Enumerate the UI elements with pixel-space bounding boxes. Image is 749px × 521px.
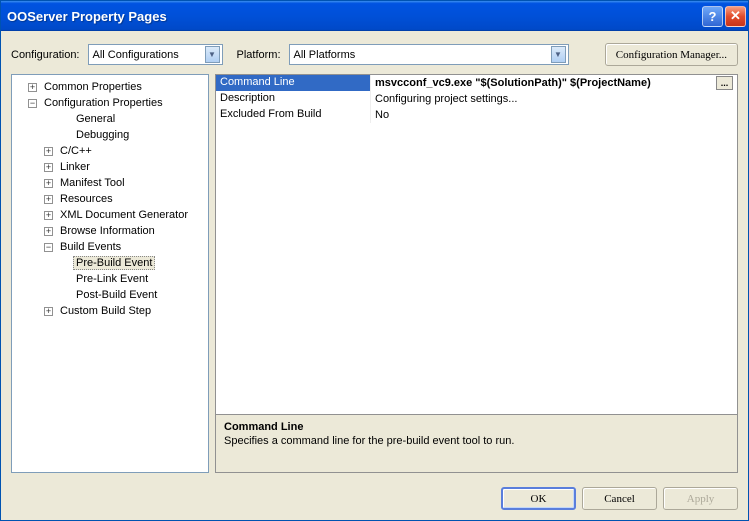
tree-item-cpp[interactable]: +C/C++ (14, 143, 206, 159)
property-row-excluded[interactable]: Excluded From Build No (216, 107, 737, 123)
expand-icon[interactable]: + (28, 83, 37, 92)
expand-icon[interactable]: + (44, 211, 53, 220)
ellipsis-button[interactable]: ... (716, 76, 733, 90)
tree-item-build-events[interactable]: −Build Events (14, 239, 206, 255)
expand-icon[interactable]: + (44, 307, 53, 316)
close-button[interactable]: ✕ (725, 6, 746, 27)
chevron-down-icon: ▼ (551, 46, 566, 63)
tree-item-post-build-event[interactable]: Post-Build Event (14, 287, 206, 303)
property-value[interactable]: msvcconf_vc9.exe "$(SolutionPath)" $(Pro… (371, 75, 737, 91)
collapse-icon[interactable]: − (44, 243, 53, 252)
property-pages-dialog: OOServer Property Pages ? ✕ Configuratio… (0, 0, 749, 521)
titlebar: OOServer Property Pages ? ✕ (1, 1, 748, 31)
tree-item-xml-document-generator[interactable]: +XML Document Generator (14, 207, 206, 223)
window-title: OOServer Property Pages (7, 9, 702, 24)
property-grid: Command Line msvcconf_vc9.exe "$(Solutio… (215, 74, 738, 415)
tree-item-general[interactable]: General (14, 111, 206, 127)
tree-item-resources[interactable]: +Resources (14, 191, 206, 207)
expand-icon[interactable]: + (44, 163, 53, 172)
tree-item-pre-build-event[interactable]: Pre-Build Event (14, 255, 206, 271)
tree-item-configuration-properties[interactable]: −Configuration Properties (14, 95, 206, 111)
right-pane: Command Line msvcconf_vc9.exe "$(Solutio… (215, 74, 738, 473)
expand-icon[interactable]: + (44, 179, 53, 188)
tree-item-custom-build-step[interactable]: +Custom Build Step (14, 303, 206, 319)
configuration-value: All Configurations (93, 49, 205, 61)
category-tree[interactable]: +Common Properties −Configuration Proper… (11, 74, 209, 473)
property-name: Excluded From Build (216, 107, 371, 123)
description-panel: Command Line Specifies a command line fo… (215, 415, 738, 473)
tree-item-common-properties[interactable]: +Common Properties (14, 79, 206, 95)
dialog-buttons: OK Cancel Apply (1, 477, 748, 520)
tree-item-linker[interactable]: +Linker (14, 159, 206, 175)
configuration-combo[interactable]: All Configurations ▼ (88, 44, 223, 65)
description-text: Specifies a command line for the pre-bui… (224, 435, 729, 447)
collapse-icon[interactable]: − (28, 99, 37, 108)
tree-item-pre-link-event[interactable]: Pre-Link Event (14, 271, 206, 287)
description-title: Command Line (224, 421, 729, 433)
platform-label: Platform: (237, 49, 281, 61)
expand-icon[interactable]: + (44, 227, 53, 236)
chevron-down-icon: ▼ (205, 46, 220, 63)
apply-button: Apply (663, 487, 738, 510)
property-value[interactable]: Configuring project settings... (371, 91, 737, 107)
property-row-command-line[interactable]: Command Line msvcconf_vc9.exe "$(Solutio… (216, 75, 737, 91)
configuration-label: Configuration: (11, 49, 80, 61)
help-icon: ? (709, 9, 717, 24)
expand-icon[interactable]: + (44, 195, 53, 204)
cancel-button[interactable]: Cancel (582, 487, 657, 510)
configuration-manager-button[interactable]: Configuration Manager... (605, 43, 738, 66)
platform-value: All Platforms (294, 49, 551, 61)
property-name: Command Line (216, 75, 371, 91)
ok-button[interactable]: OK (501, 487, 576, 510)
tree-item-debugging[interactable]: Debugging (14, 127, 206, 143)
expand-icon[interactable]: + (44, 147, 53, 156)
property-value[interactable]: No (371, 107, 737, 123)
tree-item-browse-information[interactable]: +Browse Information (14, 223, 206, 239)
tree-item-manifest-tool[interactable]: +Manifest Tool (14, 175, 206, 191)
main-area: +Common Properties −Configuration Proper… (1, 74, 748, 477)
property-name: Description (216, 91, 371, 107)
close-icon: ✕ (730, 8, 741, 24)
property-row-description[interactable]: Description Configuring project settings… (216, 91, 737, 107)
config-toolbar: Configuration: All Configurations ▼ Plat… (1, 31, 748, 74)
platform-combo[interactable]: All Platforms ▼ (289, 44, 569, 65)
help-button[interactable]: ? (702, 6, 723, 27)
